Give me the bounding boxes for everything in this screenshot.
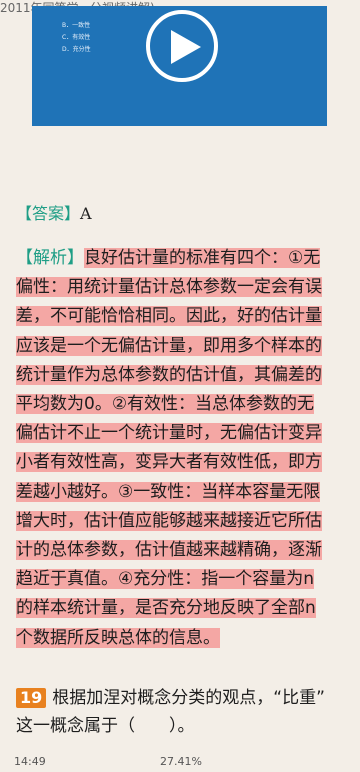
analysis-text: 计的总体参数，估计值越来越精确，逐渐 (16, 540, 322, 561)
analysis-line: 偏性：用统计量估计总体参数一定会有误 (16, 273, 346, 302)
answer-label: 【答案】 (16, 204, 81, 223)
analysis-line: 的样本统计量，是否充分地反映了全部n (16, 594, 346, 623)
reading-progress: 27.41% (160, 755, 202, 768)
analysis-text: 小者有效性高，变异大者有效性低，即方 (16, 452, 322, 473)
analysis-text: 差，不可能恰恰相同。因此，好的估计量 (16, 306, 322, 327)
analysis-line: 小者有效性高，变异大者有效性低，即方 (16, 448, 346, 477)
analysis-line: 差越小越好。③一致性：当样本容量无限 (16, 478, 346, 507)
analysis-text: 偏性：用统计量估计总体参数一定会有误 (16, 277, 322, 298)
analysis-text: 增大时，估计值应能够越来越接近它所估 (16, 510, 322, 531)
analysis-text: 差越小越好。③一致性：当样本容量无限 (16, 481, 321, 502)
status-bar: 14:49 27.41% (0, 752, 360, 772)
analysis-line: 差，不可能恰恰相同。因此，好的估计量 (16, 302, 346, 331)
play-icon (171, 30, 201, 64)
question-19: 19 根据加涅对概念分类的观点，“比重” 这一概念属于（ ）。 (16, 684, 346, 740)
video-options: B．一致性 C．有效性 D．充分性 (62, 20, 91, 56)
play-button[interactable] (146, 10, 218, 82)
analysis-line: 应该是一个无偏估计量，即用多个样本的 (16, 332, 346, 361)
question-line: 这一概念属于（ ）。 (16, 716, 195, 736)
analysis-line: 趋近于真值。④充分性：指一个容量为n (16, 565, 346, 594)
video-option: D．充分性 (62, 46, 91, 53)
question-text: 根据加涅对概念分类的观点，“比重” (52, 688, 325, 708)
question-number-badge: 19 (16, 688, 47, 708)
answer: 【答案】A (16, 202, 92, 226)
analysis: 【解析】良好估计量的标准有四个：①无 偏性：用统计量估计总体参数一定会有误 差，… (16, 244, 346, 653)
analysis-text: 平均数为0。②有效性：当总体参数的无 (16, 394, 315, 415)
analysis-line: 计的总体参数，估计值越来越精确，逐渐 (16, 536, 346, 565)
analysis-text: 良好估计量的标准有四个：①无 (84, 248, 321, 268)
analysis-text: 个数据所反映总体的信息。 (16, 627, 220, 648)
analysis-text: 的样本统计量，是否充分地反映了全部n (16, 598, 316, 619)
video-option: B．一致性 (62, 22, 91, 29)
analysis-line: 增大时，估计值应能够越来越接近它所估 (16, 507, 346, 536)
analysis-line: 平均数为0。②有效性：当总体参数的无 (16, 390, 346, 419)
analysis-text: 趋近于真值。④充分性：指一个容量为n (16, 569, 315, 590)
answer-value: A (80, 204, 92, 223)
analysis-line: 统计量作为总体参数的估计值，其偏差的 (16, 361, 346, 390)
video-player[interactable]: B．一致性 C．有效性 D．充分性 (32, 6, 327, 126)
analysis-text: 偏估计不止一个统计量时，无偏估计变异 (16, 423, 322, 444)
analysis-line: 个数据所反映总体的信息。 (16, 624, 346, 653)
clock: 14:49 (14, 755, 46, 768)
analysis-label: 【解析】 (16, 248, 84, 268)
analysis-line: 【解析】良好估计量的标准有四个：①无 (16, 244, 346, 273)
analysis-line: 偏估计不止一个统计量时，无偏估计变异 (16, 419, 346, 448)
question-line: 19 根据加涅对概念分类的观点，“比重” (16, 684, 346, 712)
analysis-text: 应该是一个无偏估计量，即用多个样本的 (16, 335, 322, 356)
analysis-text: 统计量作为总体参数的估计值，其偏差的 (16, 364, 322, 385)
video-option: C．有效性 (62, 34, 91, 41)
